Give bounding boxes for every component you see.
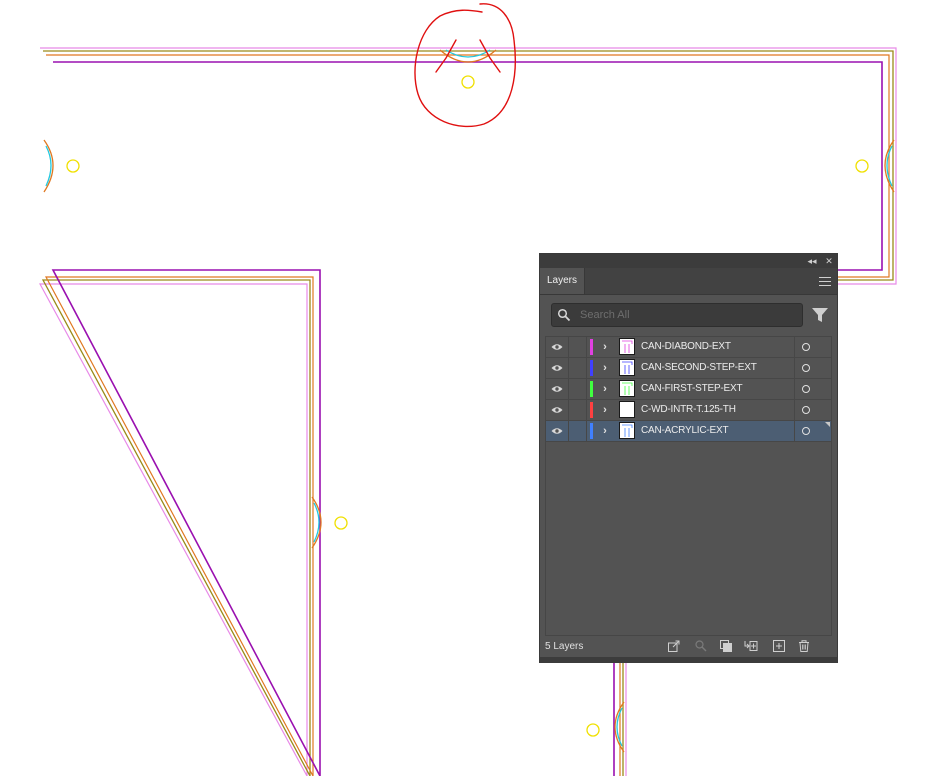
- layer-list[interactable]: › CAN-DIABOND-EXT › CAN-SECOND-STEP-EXT › CAN…: [545, 336, 832, 636]
- marker-circle: [855, 159, 869, 173]
- eye-icon[interactable]: [551, 385, 563, 393]
- column-divider: [586, 421, 587, 441]
- layer-name[interactable]: CAN-SECOND-STEP-EXT: [641, 358, 757, 378]
- column-divider: [586, 337, 587, 357]
- double-chevron-left-icon[interactable]: ◂◂: [805, 254, 819, 268]
- marker-circle: [66, 159, 80, 173]
- close-icon[interactable]: ✕: [822, 254, 836, 268]
- column-divider: [586, 400, 587, 420]
- eye-icon[interactable]: [551, 406, 563, 414]
- target-circle-icon[interactable]: [802, 364, 810, 372]
- layer-color-swatch: [590, 402, 593, 418]
- layer-row[interactable]: › CAN-SECOND-STEP-EXT: [546, 358, 831, 379]
- eye-icon[interactable]: [551, 427, 563, 435]
- column-divider: [586, 358, 587, 378]
- column-divider: [568, 421, 569, 441]
- resize-grip[interactable]: [540, 657, 837, 663]
- layer-thumbnail: [619, 422, 635, 439]
- layer-row[interactable]: › CAN-ACRYLIC-EXT: [546, 421, 831, 442]
- target-circle-icon[interactable]: [802, 427, 810, 435]
- tab-layers[interactable]: Layers: [540, 268, 585, 294]
- panel-title-bar[interactable]: ◂◂ ✕: [540, 254, 837, 268]
- chevron-right-icon[interactable]: ›: [598, 337, 612, 357]
- marker-circle: [334, 516, 348, 530]
- column-divider: [568, 379, 569, 399]
- chevron-right-icon[interactable]: ›: [598, 358, 612, 378]
- search-field[interactable]: [551, 303, 803, 327]
- eye-icon[interactable]: [551, 364, 563, 372]
- column-divider: [794, 421, 795, 441]
- layer-row[interactable]: › CAN-DIABOND-EXT: [546, 337, 831, 358]
- column-divider: [568, 337, 569, 357]
- chevron-right-icon[interactable]: ›: [598, 379, 612, 399]
- layer-thumbnail: [619, 338, 635, 355]
- thumbnail-preview: [622, 340, 633, 353]
- marker-circle: [586, 723, 600, 737]
- layer-count: 5 Layers: [545, 641, 584, 652]
- column-divider: [586, 379, 587, 399]
- column-divider: [794, 337, 795, 357]
- target-circle-icon[interactable]: [802, 406, 810, 414]
- locate-object-icon[interactable]: [694, 639, 708, 653]
- eye-icon[interactable]: [551, 343, 563, 351]
- target-circle-icon[interactable]: [802, 343, 810, 351]
- layer-row[interactable]: › CAN-FIRST-STEP-EXT: [546, 379, 831, 400]
- column-divider: [794, 358, 795, 378]
- column-divider: [568, 400, 569, 420]
- clipping-mask-icon[interactable]: [719, 639, 733, 653]
- chevron-right-icon[interactable]: ›: [598, 421, 612, 441]
- layer-color-swatch: [590, 381, 593, 397]
- thumbnail-preview: [622, 361, 633, 374]
- hamburger-menu-icon[interactable]: [819, 274, 831, 288]
- panel-tabstrip: Layers: [540, 268, 837, 295]
- layer-color-swatch: [590, 423, 593, 439]
- panel-footer: 5 Layers: [540, 638, 837, 656]
- column-divider: [794, 379, 795, 399]
- target-circle-icon[interactable]: [802, 385, 810, 393]
- column-divider: [568, 358, 569, 378]
- layer-name[interactable]: CAN-ACRYLIC-EXT: [641, 421, 729, 441]
- layer-thumbnail: [619, 380, 635, 397]
- layer-name[interactable]: CAN-DIABOND-EXT: [641, 337, 731, 357]
- column-divider: [794, 400, 795, 420]
- funnel-icon[interactable]: [811, 306, 829, 324]
- new-layer-icon[interactable]: [772, 639, 786, 653]
- layers-panel[interactable]: ◂◂ ✕ Layers › CAN-DIABOND-EXT › CAN-SECOND-…: [539, 253, 838, 663]
- layer-name[interactable]: C-WD-INTR-T.125-TH: [641, 400, 736, 420]
- thumbnail-preview: [622, 424, 633, 437]
- layer-name[interactable]: CAN-FIRST-STEP-EXT: [641, 379, 743, 399]
- thumbnail-preview: [622, 382, 633, 395]
- red-annotation-circle: [414, 3, 516, 128]
- export-icon[interactable]: [667, 639, 681, 653]
- layer-color-swatch: [590, 339, 593, 355]
- search-input[interactable]: [580, 306, 795, 324]
- search-icon: [557, 308, 571, 322]
- layer-thumbnail: [619, 401, 635, 418]
- layer-color-swatch: [590, 360, 593, 376]
- layer-row[interactable]: › C-WD-INTR-T.125-TH: [546, 400, 831, 421]
- trash-icon[interactable]: [797, 639, 811, 653]
- chevron-right-icon[interactable]: ›: [598, 400, 612, 420]
- layer-thumbnail: [619, 359, 635, 376]
- new-sublayer-icon[interactable]: [744, 639, 758, 653]
- selection-indicator: [825, 422, 830, 427]
- marker-circle: [461, 75, 475, 89]
